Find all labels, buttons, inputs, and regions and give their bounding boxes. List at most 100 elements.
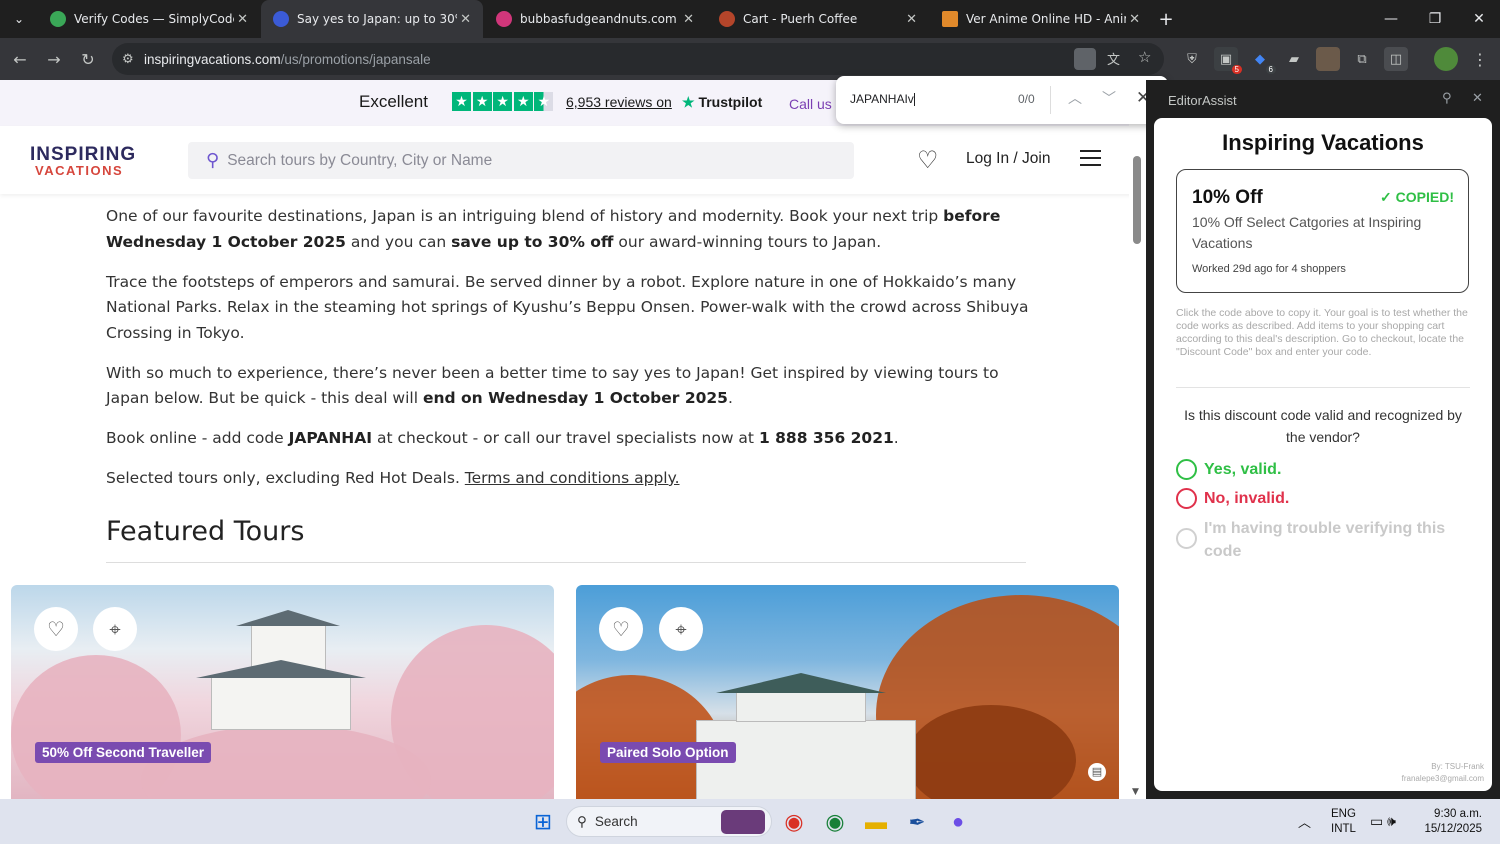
profile-avatar[interactable] [1434,47,1458,71]
animefl-favicon-icon [942,11,958,27]
discord-icon[interactable]: ● [943,807,973,837]
quill-app-icon[interactable]: ✒ [902,807,932,837]
terms-link[interactable]: Terms and conditions apply. [465,469,680,487]
chevron-down-icon: ⌄ [13,12,25,26]
reviews-link[interactable]: 6,953 reviews on [566,94,672,110]
tour-card-himeji[interactable]: ♡ ⌖ 50% Off Second Traveller [11,585,554,799]
language-indicator[interactable]: ENG INTL [1331,799,1356,844]
close-tab-icon[interactable]: ✕ [460,12,471,27]
browser-toolbar: ← → ↻ ⚙ inspiringvacations.com/us/promot… [0,38,1500,80]
tour-search-input[interactable]: ⚲ Search tours by Country, City or Name [188,142,854,179]
logo-top: INSPIRING [30,144,137,165]
paragraph-terms: Selected tours only, excluding Red Hot D… [106,469,680,487]
radio-button[interactable] [1176,459,1197,480]
divider [106,562,1026,563]
clock[interactable]: 9:30 a.m. 15/12/2025 [1424,799,1482,844]
save-tour-heart-icon[interactable]: ♡ [599,607,643,651]
back-arrow-icon[interactable]: ← [8,47,32,71]
network-volume-icon[interactable]: ▭ 🕪 [1370,799,1396,844]
scroll-down-arrow-icon[interactable]: ▼ [1132,787,1139,797]
call-us-link[interactable]: Call us [789,96,832,112]
extension-6-icon[interactable]: ◆ 6 [1248,47,1276,74]
tab-strip: ⌄ Verify Codes — SimplyCodes ✕ Say yes t… [0,0,1500,38]
hamburger-menu-icon[interactable] [1080,150,1101,171]
login-join-link[interactable]: Log In / Join [966,150,1050,168]
radio-button[interactable] [1176,528,1197,549]
side-panel-icon[interactable]: ◫ [1384,47,1408,71]
new-tab-plus-icon[interactable]: + [1144,0,1188,38]
url-path: /us/promotions/japansale [280,51,431,67]
close-tab-icon[interactable]: ✕ [683,12,694,27]
paragraph-code: Book online - add code JAPANHAI at check… [106,429,899,447]
instructions-text: Click the code above to copy it. Your go… [1176,307,1468,358]
close-tab-icon[interactable]: ✕ [1129,12,1140,27]
map-icon[interactable]: ⌖ [659,607,703,651]
trustpilot-logo: ★ Trustpilot [682,94,762,111]
paragraph-activities: Trace the footsteps of emperors and samu… [106,272,1029,342]
translate-icon[interactable]: 文 [1107,49,1120,68]
tab-bubbas[interactable]: bubbasfudgeandnuts.com ✕ [484,0,706,38]
page-scrollbar[interactable]: ▼ [1129,80,1146,799]
search-placeholder: Search tours by Country, City or Name [227,151,493,169]
find-previous-icon[interactable]: ︿ [1068,88,1082,108]
credits: By: TSU-Frank franalepe3@gmail.com [1401,762,1484,783]
shield-extension-icon[interactable]: ⛨ [1180,47,1204,71]
bookmark-star-icon[interactable]: ☆ [1138,48,1151,66]
find-lens-icon[interactable] [1074,48,1096,70]
menu-kebab-icon[interactable]: ⋮ [1468,47,1492,71]
inspiring-vacations-logo[interactable]: INSPIRING VACATIONS [30,145,136,178]
scrollbar-thumb[interactable] [1133,156,1141,244]
wishlist-heart-icon[interactable]: ♡ [917,146,939,174]
find-next-icon[interactable]: ﹀ [1102,88,1116,108]
tab-title: Ver Anime Online HD - AnimeFl [966,12,1126,26]
reload-icon[interactable]: ↻ [76,47,100,71]
extension-badge: 6 [1265,65,1276,74]
tab-japan-sale[interactable]: Say yes to Japan: up to 30% off ✕ [261,0,483,38]
option-invalid[interactable]: No, invalid. [1176,487,1289,510]
close-window-icon[interactable]: ✕ [1457,0,1500,38]
photo-extension-icon[interactable] [1316,47,1340,71]
puzzle-extensions-icon[interactable]: ⧉ [1350,47,1374,71]
side-panel-header: EditorAssist [1168,86,1237,114]
extension-5-icon[interactable]: ▣ 5 [1214,47,1242,74]
tour-card-tokyo[interactable]: ♡ ⌖ Paired Solo Option ▤ [576,585,1119,799]
option-valid[interactable]: Yes, valid. [1176,458,1281,481]
restore-icon[interactable]: ❐ [1413,0,1457,38]
puerh-favicon-icon [719,11,735,27]
site-info-icon[interactable]: ⚙ [122,52,144,67]
car-extension-icon[interactable]: ▰ [1282,47,1306,71]
paragraph-deadline: With so much to experience, there’s neve… [106,363,999,408]
windows-start-icon[interactable]: ⊞ [528,807,558,837]
deal-description: 10% Off Select Catgories at Inspiring Va… [1192,214,1422,251]
file-explorer-icon[interactable]: ▬ [861,807,891,837]
deal-usage: Worked 29d ago for 4 shoppers [1192,263,1346,275]
url-host: inspiringvacations.com [144,51,281,67]
save-tour-heart-icon[interactable]: ♡ [34,607,78,651]
close-tab-icon[interactable]: ✕ [906,12,917,27]
validity-question: Is this discount code valid and recogniz… [1184,407,1462,445]
promo-content: One of our favourite destinations, Japan… [106,204,1036,506]
pin-icon[interactable]: ⚲ [1442,91,1452,106]
close-panel-icon[interactable]: ✕ [1472,91,1483,106]
tab-title: Verify Codes — SimplyCodes [74,12,234,26]
address-bar[interactable]: ⚙ inspiringvacations.com/us/promotions/j… [112,43,1164,75]
map-icon[interactable]: ⌖ [93,607,137,651]
taskbar-search[interactable]: ⚲ Search [566,806,772,837]
tab-simplycodes[interactable]: Verify Codes — SimplyCodes ✕ [38,0,260,38]
chrome-icon[interactable]: ◉ [779,807,809,837]
show-hidden-icons[interactable]: ︿ [1298,799,1311,844]
find-input[interactable]: JAPANHAIv [850,92,915,106]
promo-code: JAPANHAI [288,429,373,447]
minimize-icon[interactable]: — [1369,0,1413,38]
close-tab-icon[interactable]: ✕ [237,12,248,27]
store-name: Inspiring Vacations [1222,130,1424,155]
option-trouble[interactable]: I'm having trouble verifying this code [1176,517,1456,563]
tab-search-button[interactable]: ⌄ [0,0,38,38]
chrome-profile-icon[interactable]: ◉ [820,807,850,837]
chat-widget-icon[interactable]: ▤ [1088,763,1106,781]
forward-arrow-icon[interactable]: → [42,47,66,71]
radio-button[interactable] [1176,488,1197,509]
tab-puerh[interactable]: Cart - Puerh Coffee ✕ [707,0,929,38]
deal-code-box[interactable]: 10% Off ✓ COPIED! 10% Off Select Catgori… [1176,169,1469,293]
tab-anime[interactable]: Ver Anime Online HD - AnimeFl ✕ [930,0,1152,38]
